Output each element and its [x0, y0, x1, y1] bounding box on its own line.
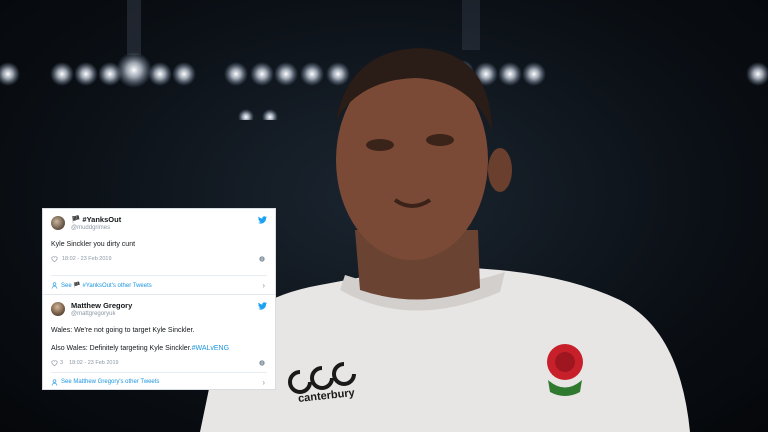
- profile-icon: [51, 378, 58, 386]
- heart-icon[interactable]: [51, 256, 58, 262]
- timestamp[interactable]: 18:02 - 23 Feb 2019: [69, 360, 119, 366]
- display-name[interactable]: 🏴 #YanksOut: [71, 215, 267, 224]
- england-rose-badge: [547, 344, 583, 396]
- handle[interactable]: @muddgrimes: [71, 224, 267, 233]
- tweet-text-line: Also Wales: Definitely targeting Kyle Si…: [51, 344, 267, 354]
- display-name[interactable]: Matthew Gregory: [71, 301, 267, 310]
- tweet-meta: 18:02 - 23 Feb 2019: [51, 254, 267, 264]
- avatar[interactable]: [51, 302, 65, 316]
- chevron-right-icon: ›: [262, 377, 265, 387]
- heart-icon[interactable]: [51, 360, 58, 366]
- info-icon[interactable]: [259, 256, 265, 262]
- see-other-tweets-link[interactable]: See 🏴 #YanksOut's other Tweets ›: [51, 275, 267, 294]
- see-other-tweets-label: See 🏴 #YanksOut's other Tweets: [61, 282, 152, 289]
- tweet-text: Wales: We're not going to target Kyle Si…: [51, 326, 267, 354]
- tweet-card[interactable]: Matthew Gregory @mattgregoryuk Wales: We…: [43, 294, 275, 389]
- see-other-tweets-label: See Matthew Gregory's other Tweets: [61, 379, 160, 385]
- info-icon[interactable]: [259, 360, 265, 366]
- tweet-text-line: Wales: We're not going to target Kyle Si…: [51, 327, 195, 334]
- see-other-tweets-link[interactable]: See Matthew Gregory's other Tweets ›: [51, 372, 267, 389]
- hashtag-link[interactable]: #WALvENG: [192, 345, 229, 352]
- chevron-right-icon: ›: [262, 280, 265, 290]
- avatar[interactable]: [51, 216, 65, 230]
- tweet-card[interactable]: 🏴 #YanksOut @muddgrimes Kyle Sinckler yo…: [43, 209, 275, 294]
- handle[interactable]: @mattgregoryuk: [71, 310, 267, 319]
- tweet-text-segment: Also Wales: Definitely targeting Kyle Si…: [51, 345, 192, 352]
- tweet-text: Kyle Sinckler you dirty cunt: [51, 241, 136, 248]
- tweet-meta: 3 18:02 - 23 Feb 2019: [51, 358, 267, 368]
- twitter-bird-icon[interactable]: [258, 216, 267, 224]
- profile-icon: [51, 281, 58, 289]
- twitter-bird-icon[interactable]: [258, 302, 267, 310]
- like-count: 3: [60, 360, 64, 366]
- timestamp[interactable]: 18:02 - 23 Feb 2019: [62, 256, 112, 262]
- tweets-panel: 🏴 #YanksOut @muddgrimes Kyle Sinckler yo…: [42, 208, 276, 390]
